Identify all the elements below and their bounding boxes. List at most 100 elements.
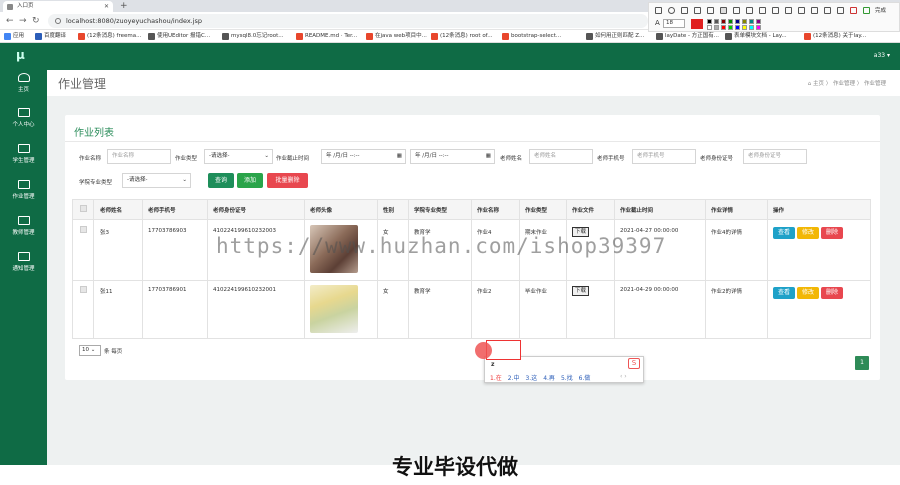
column-header[interactable]: 老师头像 <box>310 206 332 214</box>
column-header[interactable]: 作业文件 <box>572 206 594 214</box>
undo-icon[interactable] <box>759 7 766 14</box>
bookmark-item[interactable]: bootstrap-select... <box>502 30 561 43</box>
color-swatch[interactable] <box>714 25 719 30</box>
delete-button[interactable]: 删除 <box>821 287 843 299</box>
color-swatch[interactable] <box>721 19 726 24</box>
deadline-end-input[interactable]: 年 /月/日 --:-- ▦ <box>410 149 495 164</box>
copy-icon[interactable] <box>837 7 844 14</box>
arrow-tool-icon[interactable] <box>681 7 688 14</box>
bookmark-item[interactable]: 百度翻译 <box>35 30 66 43</box>
current-color-swatch[interactable] <box>691 19 703 29</box>
page-1-button[interactable]: 1 <box>855 356 869 370</box>
column-header[interactable]: 老师姓名 <box>100 206 122 214</box>
teacher-name-input[interactable]: 老师姓名 <box>529 149 593 164</box>
batch-delete-button[interactable]: 批量删除 <box>267 173 308 188</box>
cancel-icon[interactable] <box>850 7 857 14</box>
browser-tab[interactable]: 入口页 ✕ <box>3 1 113 12</box>
sidebar-item[interactable]: 主页 <box>0 73 47 93</box>
edit-button[interactable]: 修改 <box>797 287 819 299</box>
pin-icon[interactable] <box>785 7 792 14</box>
forward-icon[interactable]: → <box>19 14 27 28</box>
done-label[interactable]: 完成 <box>875 6 886 14</box>
bookmark-item[interactable]: 如何用正则匹配 Z... <box>586 30 644 43</box>
color-swatch[interactable] <box>742 19 747 24</box>
color-swatch[interactable] <box>728 25 733 30</box>
close-tab-icon[interactable]: ✕ <box>104 1 109 12</box>
confirm-icon[interactable] <box>863 7 870 14</box>
color-swatch[interactable] <box>714 19 719 24</box>
column-header[interactable]: 学院专业类型 <box>414 206 447 214</box>
major-select[interactable]: -请选择- ⌄ <box>122 173 191 188</box>
color-swatch[interactable] <box>735 25 740 30</box>
url-input[interactable]: localhost:8080/zuoyeyuchashou/index.jsp <box>48 14 648 28</box>
column-header[interactable]: 操作 <box>773 206 784 214</box>
color-swatch[interactable] <box>707 25 712 30</box>
ocr-icon[interactable] <box>798 7 805 14</box>
calendar-icon[interactable]: ▦ <box>397 150 402 163</box>
select-all-checkbox[interactable] <box>80 205 87 212</box>
bookmark-item[interactable]: 使用UEditor 报错C... <box>148 30 210 43</box>
ime-page-nav[interactable]: ‹ › <box>620 373 627 380</box>
delete-button[interactable]: 删除 <box>821 227 843 239</box>
sidebar-item[interactable]: 通知管理 <box>0 252 47 272</box>
ime-candidate[interactable]: 4.再 <box>543 375 555 382</box>
bookmark-item[interactable]: (12条消息) root of... <box>431 30 492 43</box>
bookmark-item[interactable]: 在java web项目中... <box>366 30 427 43</box>
ellipse-tool-icon[interactable] <box>668 7 675 14</box>
breadcrumb-section[interactable]: 作业管理 <box>833 81 855 87</box>
color-swatch[interactable] <box>735 19 740 24</box>
bookmark-item[interactable]: (12条消息) freema... <box>78 30 141 43</box>
rect-tool-icon[interactable] <box>655 7 662 14</box>
color-swatch[interactable] <box>742 25 747 30</box>
view-button[interactable]: 查看 <box>773 287 795 299</box>
ime-candidate[interactable]: 6.做 <box>579 375 591 382</box>
calendar-icon[interactable]: ▦ <box>486 150 491 163</box>
column-header[interactable]: 作业详情 <box>711 206 733 214</box>
pen-tool-icon[interactable] <box>694 7 701 14</box>
row-checkbox[interactable] <box>80 286 87 293</box>
number-tool-icon[interactable] <box>733 7 740 14</box>
sidebar-item[interactable]: 学生管理 <box>0 144 47 164</box>
view-button[interactable]: 查看 <box>773 227 795 239</box>
save-icon[interactable] <box>824 7 831 14</box>
ime-candidate[interactable]: 1.在 <box>490 375 502 382</box>
column-header[interactable]: 作业截止时间 <box>620 206 653 214</box>
color-swatch[interactable] <box>749 19 754 24</box>
ime-candidate[interactable]: 3.这 <box>525 375 537 382</box>
color-swatch[interactable] <box>728 19 733 24</box>
column-header[interactable]: 作业名称 <box>477 206 499 214</box>
row-checkbox[interactable] <box>80 226 87 233</box>
deadline-start-input[interactable]: 年 /月/日 --:-- ▦ <box>321 149 406 164</box>
color-swatch[interactable] <box>756 19 761 24</box>
teacher-phone-input[interactable]: 老师手机号 <box>632 149 696 164</box>
search-button[interactable]: 查询 <box>208 173 234 188</box>
translate-icon[interactable] <box>811 7 818 14</box>
color-swatch[interactable] <box>721 25 726 30</box>
column-header[interactable]: 性别 <box>383 206 394 214</box>
text-tool-icon[interactable] <box>720 7 727 14</box>
edit-button[interactable]: 修改 <box>797 227 819 239</box>
color-swatch[interactable] <box>749 25 754 30</box>
breadcrumb-home[interactable]: 主页 <box>813 81 824 87</box>
bookmark-item[interactable]: mysql8.0忘记root... <box>222 30 284 43</box>
reload-icon[interactable]: ↻ <box>32 14 40 28</box>
ime-candidate[interactable]: 5.找 <box>561 375 573 382</box>
download-link[interactable]: 下载 <box>572 286 590 296</box>
ime-candidate[interactable]: 2.中 <box>508 375 520 382</box>
sidebar-item[interactable]: 教师管理 <box>0 216 47 236</box>
sidebar-item[interactable]: 作业管理 <box>0 180 47 200</box>
column-header[interactable]: 作业类型 <box>525 206 547 214</box>
marker-tool-icon[interactable] <box>707 7 714 14</box>
bookmark-item[interactable]: README.md · Ter... <box>296 30 357 43</box>
redo-icon[interactable] <box>772 7 779 14</box>
color-swatch[interactable] <box>756 25 761 30</box>
user-menu[interactable]: a33 ▾ <box>874 52 890 59</box>
column-header[interactable]: 老师手机号 <box>148 206 176 214</box>
color-swatch[interactable] <box>707 19 712 24</box>
column-header[interactable]: 老师身份证号 <box>213 206 246 214</box>
new-tab-icon[interactable]: + <box>120 0 128 12</box>
bookmark-item[interactable]: 应用 <box>4 30 24 43</box>
font-size-select[interactable]: 18 <box>663 19 685 28</box>
homework-type-select[interactable]: -请选择- ⌄ <box>204 149 273 164</box>
back-icon[interactable]: ← <box>6 14 14 28</box>
